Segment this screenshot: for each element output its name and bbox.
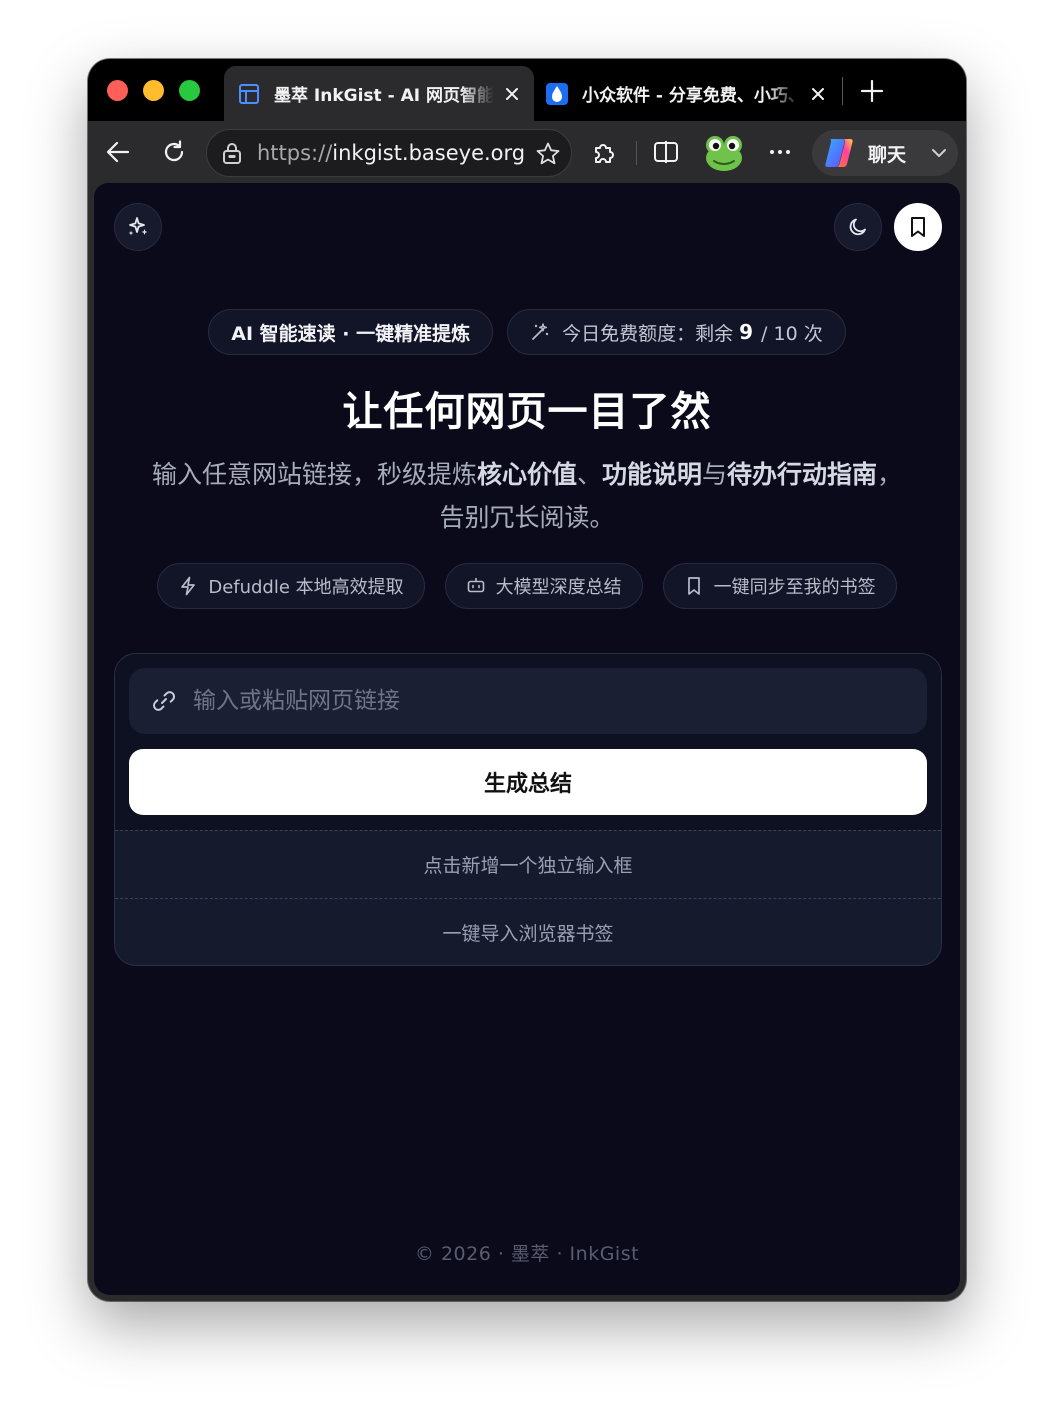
add-input-button[interactable]: 点击新增一个独立输入框 (115, 830, 941, 898)
chevron-down-icon (932, 149, 946, 157)
theme-toggle-button[interactable] (834, 203, 882, 251)
copilot-icon (825, 139, 853, 167)
extensions-button[interactable] (590, 138, 618, 166)
split-screen-button[interactable] (652, 138, 680, 166)
feature-chip-label: Defuddle 本地高效提取 (208, 577, 404, 598)
puzzle-icon (595, 144, 614, 163)
reload-button[interactable] (160, 138, 188, 166)
feature-chips: Defuddle 本地高效提取 大模型深度总结 一键同步至我的书签 (94, 563, 960, 609)
arrow-left-icon (106, 141, 130, 163)
import-bookmarks-button[interactable]: 一键导入浏览器书签 (115, 898, 941, 965)
quota-total: / 10 次 (761, 322, 823, 345)
badge-row: AI 智能速读 · 一键精准提炼 今日免费额度：剩余 9 / 10 次 (94, 309, 960, 355)
page-content: AI 智能速读 · 一键精准提炼 今日免费额度：剩余 9 / 10 次 让任何网… (94, 183, 960, 1295)
feature-badge: AI 智能速读 · 一键精准提炼 (208, 309, 494, 355)
split-screen-icon (654, 141, 678, 163)
drop-icon (546, 82, 568, 105)
close-icon[interactable] (806, 82, 830, 106)
bookmark-icon (684, 576, 704, 596)
link-icon (149, 686, 179, 716)
footer-copyright: © 2026 · 墨萃 · InkGist (414, 1243, 640, 1265)
quota-remaining: 9 (739, 320, 754, 344)
plus-icon (860, 79, 884, 103)
feature-badge-label: AI 智能速读 · 一键精准提炼 (231, 322, 471, 345)
minimize-window-button[interactable] (143, 80, 164, 101)
close-icon[interactable] (500, 82, 524, 106)
bookmarks-button[interactable] (894, 203, 942, 251)
star-icon[interactable] (535, 141, 561, 167)
browser-toolbar: https://inkgist.baseye.org 聊天 (88, 121, 966, 183)
url-input-wrapper[interactable] (129, 668, 927, 734)
copilot-chat-button[interactable]: 聊天 (812, 130, 958, 176)
generate-summary-button[interactable]: 生成总结 (129, 749, 927, 815)
feature-chip-label: 大模型深度总结 (495, 577, 622, 598)
feature-chip-bookmark-sync: 一键同步至我的书签 (662, 563, 897, 609)
refresh-icon (164, 140, 184, 162)
feature-chip-label: 一键同步至我的书签 (713, 577, 876, 598)
zoom-window-button[interactable] (179, 80, 200, 101)
page-subtitle: 输入任意网站链接，秒级提炼核心价值、功能说明与待办行动指南，告别冗长阅读。 (151, 460, 903, 532)
layout-icon (238, 83, 260, 105)
page-title: 让任何网页一目了然 (342, 389, 712, 435)
feature-chip-summary: 大模型深度总结 (444, 563, 643, 609)
bolt-icon (178, 576, 198, 596)
bookmark-icon (911, 217, 925, 237)
tab-divider (842, 77, 843, 105)
sparkles-icon (128, 217, 148, 236)
more-menu-button[interactable] (766, 138, 794, 166)
url-text: https://inkgist.baseye.org (257, 141, 526, 165)
toolbar-separator (636, 141, 637, 165)
tab-inkgist[interactable]: 墨萃 InkGist - AI 网页智能速读 (224, 66, 534, 121)
tab-title: 墨萃 InkGist - AI 网页智能速读 (274, 86, 494, 106)
url-input[interactable] (193, 668, 927, 734)
address-bar[interactable]: https://inkgist.baseye.org (206, 129, 572, 177)
sparkle-button[interactable] (114, 203, 162, 251)
new-tab-button[interactable] (858, 77, 886, 105)
bot-icon (466, 576, 486, 596)
close-window-button[interactable] (107, 80, 128, 101)
tab-appinn[interactable]: 小众软件 - 分享免费、小巧、实用 (540, 66, 840, 121)
moon-icon (849, 218, 866, 236)
tab-bar: 墨萃 InkGist - AI 网页智能速读 小众软件 - 分享免费、小巧、实用 (88, 59, 966, 121)
summary-form-card: 生成总结 点击新增一个独立输入框 一键导入浏览器书签 (114, 653, 942, 966)
lock-icon[interactable] (221, 142, 243, 164)
browser-window: 墨萃 InkGist - AI 网页智能速读 小众软件 - 分享免费、小巧、实用 (88, 59, 966, 1301)
back-button[interactable] (104, 138, 132, 166)
ellipsis-icon (770, 150, 790, 154)
magic-wand-icon (530, 322, 550, 342)
form-top: 生成总结 (115, 654, 941, 830)
copilot-label: 聊天 (868, 143, 907, 166)
feature-chip-extract: Defuddle 本地高效提取 (157, 563, 425, 609)
tab-title: 小众软件 - 分享免费、小巧、实用 (582, 86, 800, 106)
frog-extension-icon[interactable] (702, 130, 746, 174)
quota-badge: 今日免费额度：剩余 9 / 10 次 (507, 309, 846, 355)
quota-label: 今日免费额度：剩余 (562, 322, 734, 345)
